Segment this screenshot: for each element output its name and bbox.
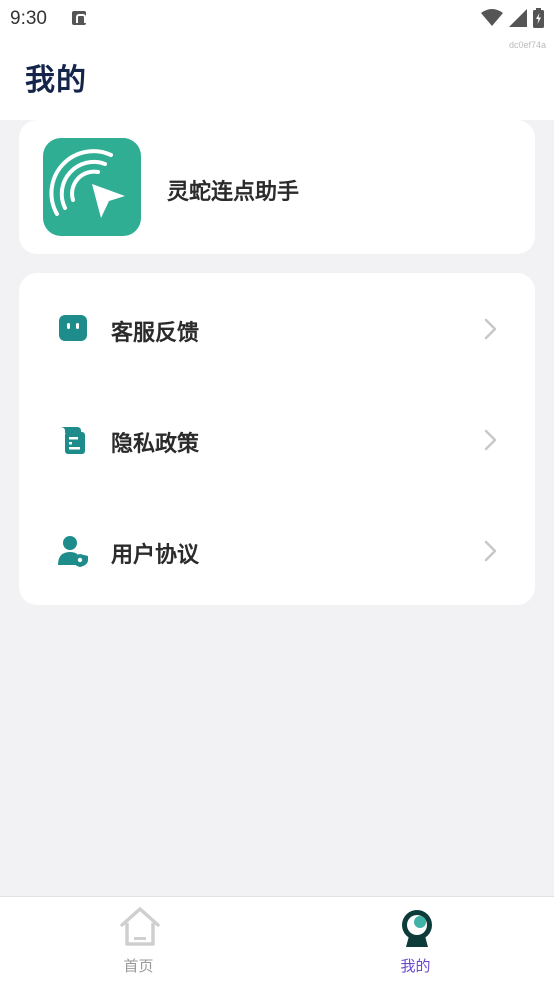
- page-title: 我的: [25, 63, 87, 98]
- status-bar: 9:30: [0, 0, 554, 40]
- menu-card: 客服反馈 隐私政策 用户协议: [19, 273, 535, 605]
- tab-mine[interactable]: 我的: [277, 897, 554, 984]
- menu-item-privacy-policy[interactable]: 隐私政策: [19, 384, 535, 494]
- status-time: 9:30: [10, 8, 47, 29]
- click-cursor-icon: [49, 149, 125, 218]
- menu-item-label: 隐私政策: [111, 432, 200, 457]
- tab-home[interactable]: 首页: [0, 897, 277, 984]
- profile-icon: [402, 910, 432, 947]
- tab-label: 首页: [123, 957, 154, 975]
- app-name: 灵蛇连点助手: [167, 180, 300, 205]
- wifi-icon: [481, 9, 503, 26]
- app-card: 灵蛇连点助手: [19, 120, 535, 254]
- menu-item-label: 客服反馈: [111, 321, 200, 346]
- user-shield-icon: [58, 536, 88, 567]
- menu-item-label: 用户协议: [111, 543, 200, 568]
- chevron-right-icon: [484, 429, 497, 451]
- scroll-icon: [60, 427, 85, 454]
- battery-icon: [533, 8, 544, 28]
- accessibility-notification-icon: [72, 11, 86, 25]
- bottom-tab-bar: 首页 我的: [0, 896, 554, 984]
- app-logo: [43, 138, 141, 236]
- signal-icon: [509, 9, 527, 27]
- menu-item-feedback[interactable]: 客服反馈: [19, 273, 535, 383]
- chat-icon: [59, 315, 87, 341]
- menu-item-user-agreement[interactable]: 用户协议: [19, 495, 535, 605]
- tab-label: 我的: [400, 957, 431, 975]
- home-icon: [120, 907, 160, 946]
- status-icons: [481, 8, 544, 28]
- chevron-right-icon: [484, 318, 497, 340]
- build-tag: dc0ef74a: [508, 40, 546, 50]
- chevron-right-icon: [484, 540, 497, 562]
